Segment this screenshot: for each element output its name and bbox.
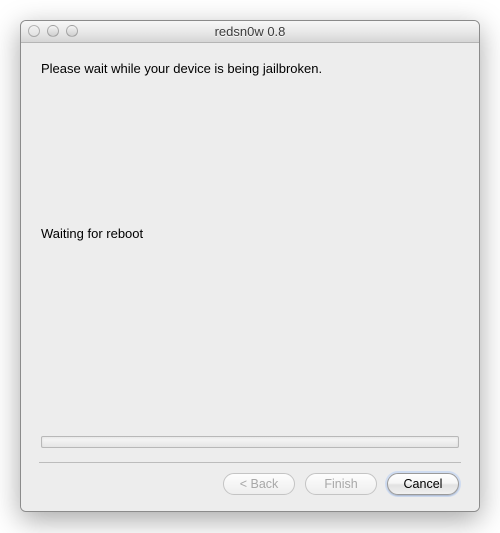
progress-bar — [41, 436, 459, 448]
window-title: redsn0w 0.8 — [21, 24, 479, 39]
spacer — [41, 241, 459, 436]
content-area: Please wait while your device is being j… — [21, 43, 479, 511]
button-row: < Back Finish Cancel — [41, 473, 459, 497]
titlebar[interactable]: redsn0w 0.8 — [21, 21, 479, 43]
zoom-icon[interactable] — [66, 25, 78, 37]
minimize-icon[interactable] — [47, 25, 59, 37]
cancel-button[interactable]: Cancel — [387, 473, 459, 495]
close-icon[interactable] — [28, 25, 40, 37]
separator — [39, 462, 461, 463]
finish-button: Finish — [305, 473, 377, 495]
status-text: Waiting for reboot — [41, 226, 459, 241]
back-button: < Back — [223, 473, 295, 495]
instruction-text: Please wait while your device is being j… — [41, 61, 459, 76]
window-controls — [28, 25, 78, 37]
app-window: redsn0w 0.8 Please wait while your devic… — [20, 20, 480, 512]
